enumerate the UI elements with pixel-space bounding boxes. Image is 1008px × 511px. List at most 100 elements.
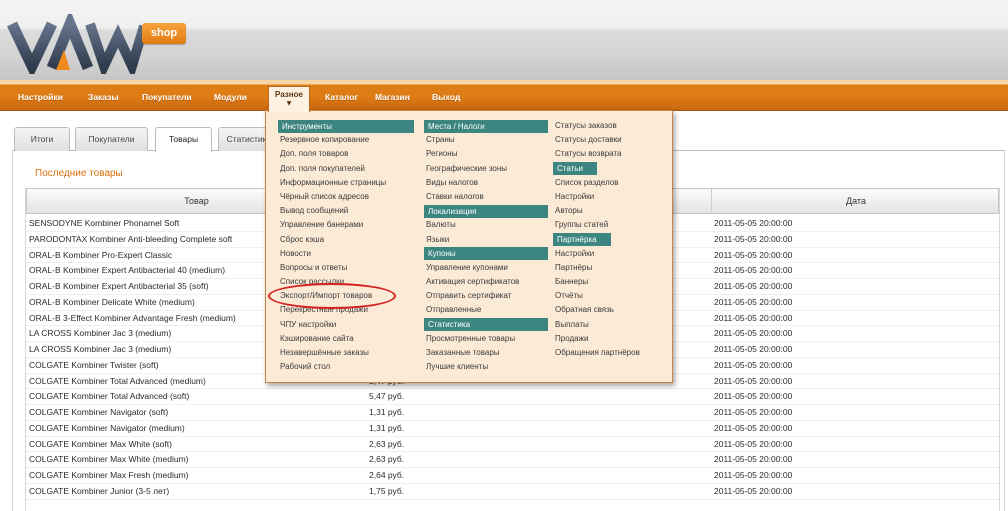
product-date: 2011-05-05 20:00:00 (714, 218, 793, 228)
menu-item[interactable]: Географические зоны (424, 162, 548, 176)
product-name-link[interactable]: ORAL-B 3-Effect Kombiner Advantage Fresh… (29, 311, 236, 326)
nav-item-shop[interactable]: Магазин (375, 92, 410, 102)
menu-item[interactable]: Статусы заказов (553, 119, 669, 133)
menu-item[interactable]: Незавершённые заказы (278, 346, 414, 360)
menu-item[interactable]: Валюты (424, 218, 548, 232)
nav-item-modules[interactable]: Модули (214, 92, 247, 102)
table-row: COLGATE Kombiner Total Advanced (soft) 5,… (26, 389, 999, 406)
nav-item-misc-active[interactable]: Разное ▼ (268, 86, 310, 112)
menu-item[interactable]: Управление банерами (278, 218, 414, 232)
menu-item[interactable]: Выплаты (553, 318, 669, 332)
nav-item-customers[interactable]: Покупатели (142, 92, 192, 102)
product-date: 2011-05-05 20:00:00 (714, 422, 793, 433)
menu-section-header[interactable]: Места / Налоги (424, 119, 548, 133)
menu-item[interactable]: Виды налогов (424, 176, 548, 190)
menu-item[interactable]: Резервное копирование (278, 133, 414, 147)
product-name-link[interactable]: COLGATE Kombiner Total Advanced (soft) (29, 389, 189, 404)
tab-summary[interactable]: Итоги (14, 127, 70, 151)
menu-item[interactable]: Доп. поля покупателей (278, 162, 414, 176)
product-date: 2011-05-05 20:00:00 (714, 470, 793, 481)
vam-logo[interactable] (6, 14, 146, 74)
menu-item[interactable]: Вывод сообщений (278, 204, 414, 218)
menu-item[interactable]: Доп. поля товаров (278, 147, 414, 161)
product-name-link[interactable]: COLGATE Kombiner Navigator (soft) (29, 405, 168, 420)
product-name-link[interactable]: ORAL-B Kombiner Expert Antibacterial 35 … (29, 279, 209, 294)
product-name-link[interactable]: ORAL-B Kombiner Expert Antibacterial 40 … (29, 263, 225, 278)
product-date: 2011-05-05 20:00:00 (714, 233, 793, 244)
menu-item[interactable]: Чёрный список адресов (278, 190, 414, 204)
menu-item[interactable]: Информационные страницы (278, 176, 414, 190)
product-price: 5,47 руб. (369, 391, 405, 402)
tab-products[interactable]: Товары (155, 127, 212, 152)
menu-item[interactable]: Баннеры (553, 275, 669, 289)
product-name-link[interactable]: ORAL-B Kombiner Pro-Expert Classic (29, 248, 172, 263)
menu-item[interactable]: Настройки (553, 190, 669, 204)
menu-section-header[interactable]: Локализация (424, 204, 548, 218)
product-name-link[interactable]: SENSODYNE Kombiner Phonamel Soft (29, 216, 179, 231)
menu-section-header[interactable]: Купоны (424, 247, 548, 261)
product-name-link[interactable]: COLGATE Kombiner Total Advanced (medium) (29, 374, 206, 389)
table-row: COLGATE Kombiner Junior (3-5 лет) 1,75 ру… (26, 484, 999, 500)
menu-item[interactable]: Авторы (553, 204, 669, 218)
menu-item[interactable]: Языки (424, 233, 548, 247)
product-name-link[interactable]: COLGATE Kombiner Max White (medium) (29, 452, 189, 467)
nav-item-orders[interactable]: Заказы (88, 92, 119, 102)
menu-item[interactable]: Страны (424, 133, 548, 147)
product-price: 1,31 руб. (369, 407, 405, 418)
product-price: 2,63 руб. (369, 454, 405, 465)
product-name-link[interactable]: LA CROSS Kombiner Jac 3 (medium) (29, 342, 171, 357)
menu-item[interactable]: Статусы возврата (553, 147, 669, 161)
menu-item[interactable]: Партнёры (553, 261, 669, 275)
product-date: 2011-05-05 20:00:00 (714, 281, 793, 292)
product-name-link[interactable]: PARODONTAX Kombiner Anti-bleeding Comple… (29, 232, 232, 247)
nav-item-catalog[interactable]: Каталог (325, 92, 358, 102)
product-name-link[interactable]: COLGATE Kombiner Twister (soft) (29, 358, 159, 373)
menu-section-header[interactable]: Статистика (424, 318, 548, 332)
menu-item[interactable]: Отчёты (553, 289, 669, 303)
menu-item[interactable]: Отправить сертификат (424, 289, 548, 303)
menu-item[interactable]: Сброс кэша (278, 233, 414, 247)
menu-item[interactable]: Обращения партнёров (553, 346, 669, 360)
column-header-date[interactable]: Дата (712, 189, 1000, 213)
menu-item[interactable]: Новости (278, 247, 414, 261)
product-name-link[interactable]: COLGATE Kombiner Junior (3-5 лет) (29, 484, 169, 499)
menu-item[interactable]: Группы статей (553, 218, 669, 232)
product-name-link[interactable]: ORAL-B Kombiner Delicate White (medium) (29, 295, 195, 310)
product-name-link[interactable]: COLGATE Kombiner Max White (soft) (29, 437, 172, 452)
menu-item[interactable]: Заказанные товары (424, 346, 548, 360)
menu-section-header[interactable]: Статьи (553, 162, 597, 176)
menu-item[interactable]: Настройки (553, 247, 669, 261)
product-date: 2011-05-05 20:00:00 (714, 249, 793, 260)
table-row: COLGATE Kombiner Navigator (soft) 1,31 ру… (26, 405, 999, 421)
product-price: 1,75 руб. (369, 485, 405, 496)
menu-section-header[interactable]: Инструменты (278, 119, 414, 133)
menu-item[interactable]: Рабочий стол (278, 360, 414, 374)
product-name-link[interactable]: COLGATE Kombiner Navigator (medium) (29, 421, 185, 436)
menu-item[interactable]: Список разделов (553, 176, 669, 190)
dropdown-column-statuses: Статусы заказов Статусы доставки Статусы в… (553, 119, 669, 360)
menu-item[interactable]: Кэширование сайта (278, 332, 414, 346)
menu-item[interactable]: Ставки налогов (424, 190, 548, 204)
tab-customers[interactable]: Покупатели (75, 127, 148, 151)
nav-item-settings[interactable]: Настройки (18, 92, 63, 102)
nav-item-logout[interactable]: Выход (432, 92, 460, 102)
menu-item[interactable]: Отправленные (424, 303, 548, 317)
menu-item[interactable]: Продажи (553, 332, 669, 346)
menu-item[interactable]: Просмотренные товары (424, 332, 548, 346)
product-date: 2011-05-05 20:00:00 (714, 485, 793, 496)
menu-item[interactable]: Регионы (424, 147, 548, 161)
menu-item[interactable]: ЧПУ настройки (278, 318, 414, 332)
nav-item-misc-label: Разное (275, 90, 303, 99)
menu-item[interactable]: Активация сертификатов (424, 275, 548, 289)
product-date: 2011-05-05 20:00:00 (714, 454, 793, 465)
product-name-link[interactable]: LA CROSS Kombiner Jac 3 (medium) (29, 326, 171, 341)
menu-item[interactable]: Статусы доставки (553, 133, 669, 147)
menu-item[interactable]: Лучшие клиенты (424, 360, 548, 374)
menu-item[interactable]: Вопросы и ответы (278, 261, 414, 275)
menu-item[interactable]: Управление купонами (424, 261, 548, 275)
menu-section-header[interactable]: Партнёрка (553, 233, 611, 247)
menu-item[interactable]: Обратная связь (553, 303, 669, 317)
product-name-link[interactable]: COLGATE Kombiner Max Fresh (medium) (29, 468, 189, 483)
main-nav: Настройки Заказы Покупатели Модули Разно… (0, 80, 1008, 112)
product-price: 2,63 руб. (369, 438, 405, 449)
